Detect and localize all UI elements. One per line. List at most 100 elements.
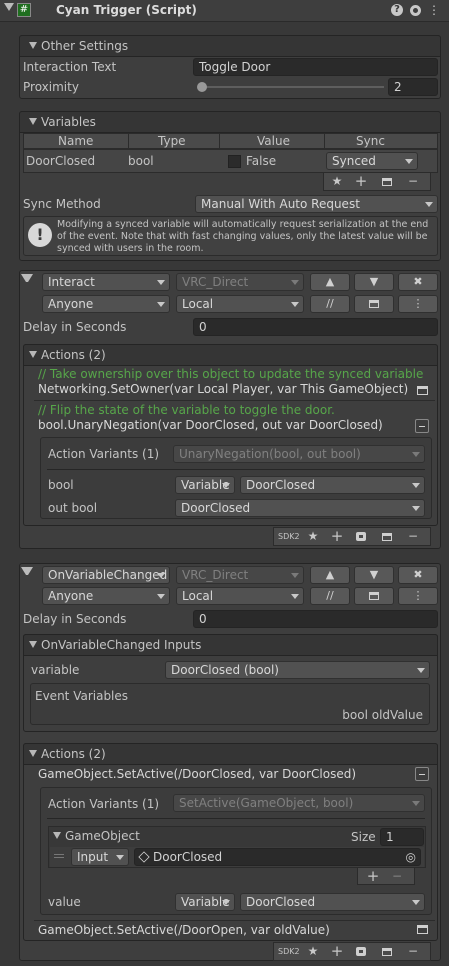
sync-method-dropdown[interactable]: Manual With Auto Request [195, 195, 438, 213]
bool-variable-dropdown[interactable]: DoorClosed [240, 476, 425, 494]
variable-value-checkbox[interactable] [228, 155, 241, 168]
action-variants-box: Action Variants (1) UnaryNegation(bool, … [40, 437, 432, 519]
move-down-button[interactable]: ▼ [354, 273, 394, 291]
event-type-dropdown[interactable]: OnVariableChanged [42, 566, 170, 584]
delete-event-button[interactable]: ✖ [398, 566, 438, 584]
inputs-header[interactable]: OnVariableChanged Inputs [23, 634, 438, 656]
event-type-dropdown[interactable]: Interact [42, 273, 170, 291]
other-settings-title: Other Settings [41, 39, 129, 53]
value-variable-value: DoorClosed [246, 895, 316, 909]
proximity-input[interactable]: 2 [388, 78, 438, 96]
more-button[interactable]: ⋮ [398, 587, 438, 605]
variables-button[interactable] [354, 295, 394, 313]
variable-sync-dropdown[interactable]: Synced [326, 152, 418, 170]
proximity-slider-thumb[interactable] [197, 82, 207, 92]
actions-header[interactable]: Actions (2) [23, 743, 438, 765]
col-sync: Sync [356, 134, 385, 148]
window-icon[interactable] [417, 925, 428, 934]
action-comment: // Take ownership over this object to up… [38, 367, 424, 381]
variables-button[interactable] [354, 587, 394, 605]
proximity-slider-track[interactable] [199, 86, 384, 88]
add-icon[interactable]: + [330, 942, 344, 960]
custom-action-icon[interactable] [356, 947, 366, 956]
variable-name[interactable]: DoorClosed [26, 154, 95, 168]
custom-action-icon[interactable] [356, 532, 366, 541]
drag-handle-icon[interactable] [54, 854, 64, 855]
delay-input[interactable]: 0 [193, 318, 438, 336]
collapse-icon[interactable] [415, 767, 429, 781]
object-picker-icon[interactable]: ◎ [406, 849, 416, 865]
collapse-icon[interactable] [415, 419, 429, 433]
comment-button[interactable]: // [310, 295, 350, 313]
settings-icon[interactable]: ⋮ [427, 1, 441, 19]
variables-toolbar: ★ + − [323, 172, 431, 191]
remove-icon[interactable]: − [406, 942, 420, 960]
foldout-arrow-icon[interactable] [4, 3, 14, 17]
remove-icon[interactable]: − [390, 867, 404, 885]
actions-header[interactable]: Actions (2) [23, 344, 438, 366]
out-bool-dropdown[interactable]: DoorClosed [175, 499, 425, 517]
storage-icon[interactable] [382, 948, 392, 956]
delay-input[interactable]: 0 [193, 610, 438, 628]
target-dropdown[interactable]: Anyone [42, 295, 170, 313]
gameobject-label: GameObject [65, 829, 140, 843]
preset-icon[interactable] [410, 5, 421, 16]
inputs-title: OnVariableChanged Inputs [41, 638, 202, 652]
col-value: Value [257, 134, 290, 148]
list-item[interactable]: Input DoorClosed ◎ [50, 847, 424, 867]
value-mode-dropdown[interactable]: Variable [175, 893, 235, 911]
move-down-button[interactable]: ▼ [354, 566, 394, 584]
local-dropdown[interactable]: Local [176, 587, 304, 605]
variable-dropdown[interactable]: DoorClosed (bool) [165, 661, 430, 679]
info-icon: ! [28, 223, 52, 247]
value-variable-dropdown[interactable]: DoorClosed [240, 893, 425, 911]
move-up-button[interactable]: ▲ [310, 273, 350, 291]
more-button[interactable]: ⋮ [398, 295, 438, 313]
variants-dropdown: SetActive(GameObject, bool) [173, 794, 425, 812]
variable-type: bool [128, 154, 154, 168]
table-row[interactable]: DoorClosed bool False Synced [23, 149, 438, 173]
variants-value: UnaryNegation(bool, out bool) [179, 447, 361, 461]
interaction-text-input[interactable]: Toggle Door [193, 58, 438, 76]
window-icon[interactable] [417, 386, 428, 395]
add-icon[interactable]: + [366, 867, 380, 885]
bool-mode-dropdown[interactable]: Variable [175, 476, 235, 494]
move-up-button[interactable]: ▲ [310, 566, 350, 584]
action-item[interactable]: // Take ownership over this object to up… [34, 366, 435, 401]
event-variables-label: Event Variables [35, 689, 129, 703]
local-dropdown[interactable]: Local [176, 295, 304, 313]
broadcast-dropdown: VRC_Direct [176, 566, 304, 584]
variants-label: Action Variants (1) [48, 447, 160, 461]
size-input[interactable]: 1 [380, 828, 424, 846]
add-icon[interactable]: + [330, 527, 344, 545]
other-settings-header[interactable]: Other Settings [19, 35, 441, 57]
component-checkbox[interactable]: # [17, 3, 31, 17]
gameobject-field[interactable]: DoorClosed ◎ [134, 848, 421, 866]
remove-icon[interactable]: − [406, 527, 420, 545]
variables-header[interactable]: Variables [19, 111, 441, 133]
delete-event-button[interactable]: ✖ [398, 273, 438, 291]
foldout-arrow-icon[interactable] [21, 567, 33, 577]
gameobject-array: GameObject Size 1 Input DoorClosed ◎ [48, 826, 426, 868]
star-icon[interactable]: ★ [306, 942, 320, 960]
action-comment: // Flip the state of the variable to tog… [38, 403, 335, 417]
event-variables-box: Event Variables bool oldValue [30, 683, 430, 725]
input-mode-dropdown[interactable]: Input [71, 848, 129, 866]
foldout-arrow-icon[interactable] [21, 274, 33, 284]
delay-label: Delay in Seconds [23, 320, 127, 334]
remove-icon[interactable]: − [406, 172, 420, 190]
star-icon[interactable]: ★ [330, 172, 344, 190]
target-dropdown[interactable]: Anyone [42, 587, 170, 605]
component-header: # Cyan Trigger (Script) ? ⋮ [0, 0, 449, 22]
interaction-text-label: Interaction Text [23, 60, 117, 74]
storage-icon[interactable] [382, 178, 392, 186]
add-icon[interactable]: + [354, 172, 368, 190]
sync-value: Synced [332, 154, 376, 168]
input-mode-value: Input [77, 850, 109, 864]
comment-button[interactable]: // [310, 587, 350, 605]
help-icon[interactable]: ? [391, 4, 403, 16]
size-label: Size [351, 830, 376, 844]
action-item[interactable]: GameObject.SetActive(/DoorOpen, var oldV… [34, 920, 435, 938]
storage-icon[interactable] [382, 533, 392, 541]
star-icon[interactable]: ★ [306, 527, 320, 545]
